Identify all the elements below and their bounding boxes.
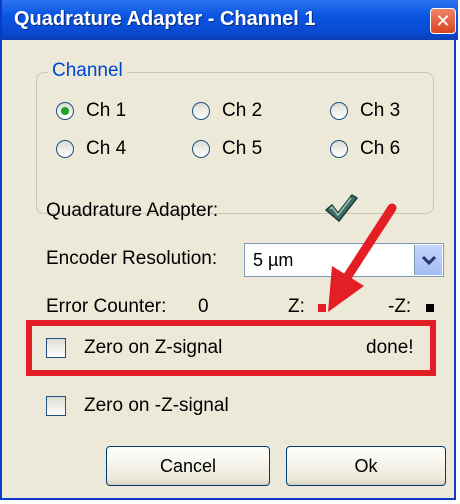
error-counter-label: Error Counter: (46, 296, 167, 317)
close-icon: ✕ (435, 11, 451, 31)
ok-button[interactable]: Ok (286, 446, 446, 486)
quadrature-adapter-label: Quadrature Adapter: (46, 200, 219, 221)
radio-ch1-indicator[interactable] (56, 102, 74, 120)
radio-ch5-label: Ch 5 (222, 138, 263, 159)
cancel-button[interactable]: Cancel (106, 446, 270, 486)
title-bar[interactable]: Quadrature Adapter - Channel 1 ✕ (2, 0, 458, 40)
dialog-window: Quadrature Adapter - Channel 1 ✕ Channel… (0, 0, 458, 500)
radio-ch4[interactable]: Ch 4 (56, 138, 126, 160)
radio-ch5[interactable]: Ch 5 (192, 138, 262, 160)
radio-ch4-indicator[interactable] (56, 140, 74, 158)
radio-ch3-label: Ch 3 (360, 100, 401, 121)
radio-ch5-indicator[interactable] (192, 140, 210, 158)
z-signal-label: Z: (288, 296, 305, 317)
radio-ch3-indicator[interactable] (330, 102, 348, 120)
radio-ch2-label: Ch 2 (222, 100, 263, 121)
dialog-content: Channel Ch 1 Ch 2 Ch 3 Ch 4 Ch 5 Ch 6 Qu… (2, 40, 454, 498)
channel-group-legend: Channel (48, 60, 127, 82)
radio-ch1[interactable]: Ch 1 (56, 100, 126, 122)
zero-neg-z-checkbox[interactable] (46, 396, 66, 416)
radio-ch3[interactable]: Ch 3 (330, 100, 400, 122)
zero-z-label: Zero on Z-signal (84, 337, 223, 358)
radio-ch4-label: Ch 4 (86, 138, 127, 159)
annotation-arrow-icon (328, 203, 397, 312)
close-button[interactable]: ✕ (430, 8, 456, 34)
window-title: Quadrature Adapter - Channel 1 (14, 8, 316, 30)
radio-ch1-label: Ch 1 (86, 100, 127, 121)
encoder-resolution-label: Encoder Resolution: (46, 248, 218, 269)
radio-ch6-indicator[interactable] (330, 140, 348, 158)
zero-neg-z-label: Zero on -Z-signal (84, 395, 229, 416)
zero-z-checkbox[interactable] (46, 338, 66, 358)
radio-ch6-label: Ch 6 (360, 138, 401, 159)
radio-ch2-indicator[interactable] (192, 102, 210, 120)
radio-ch2[interactable]: Ch 2 (192, 100, 262, 122)
zero-z-status: done! (366, 337, 414, 358)
radio-ch6[interactable]: Ch 6 (330, 138, 400, 160)
encoder-resolution-value: 5 µm (253, 250, 294, 270)
error-counter-value: 0 (198, 296, 209, 317)
